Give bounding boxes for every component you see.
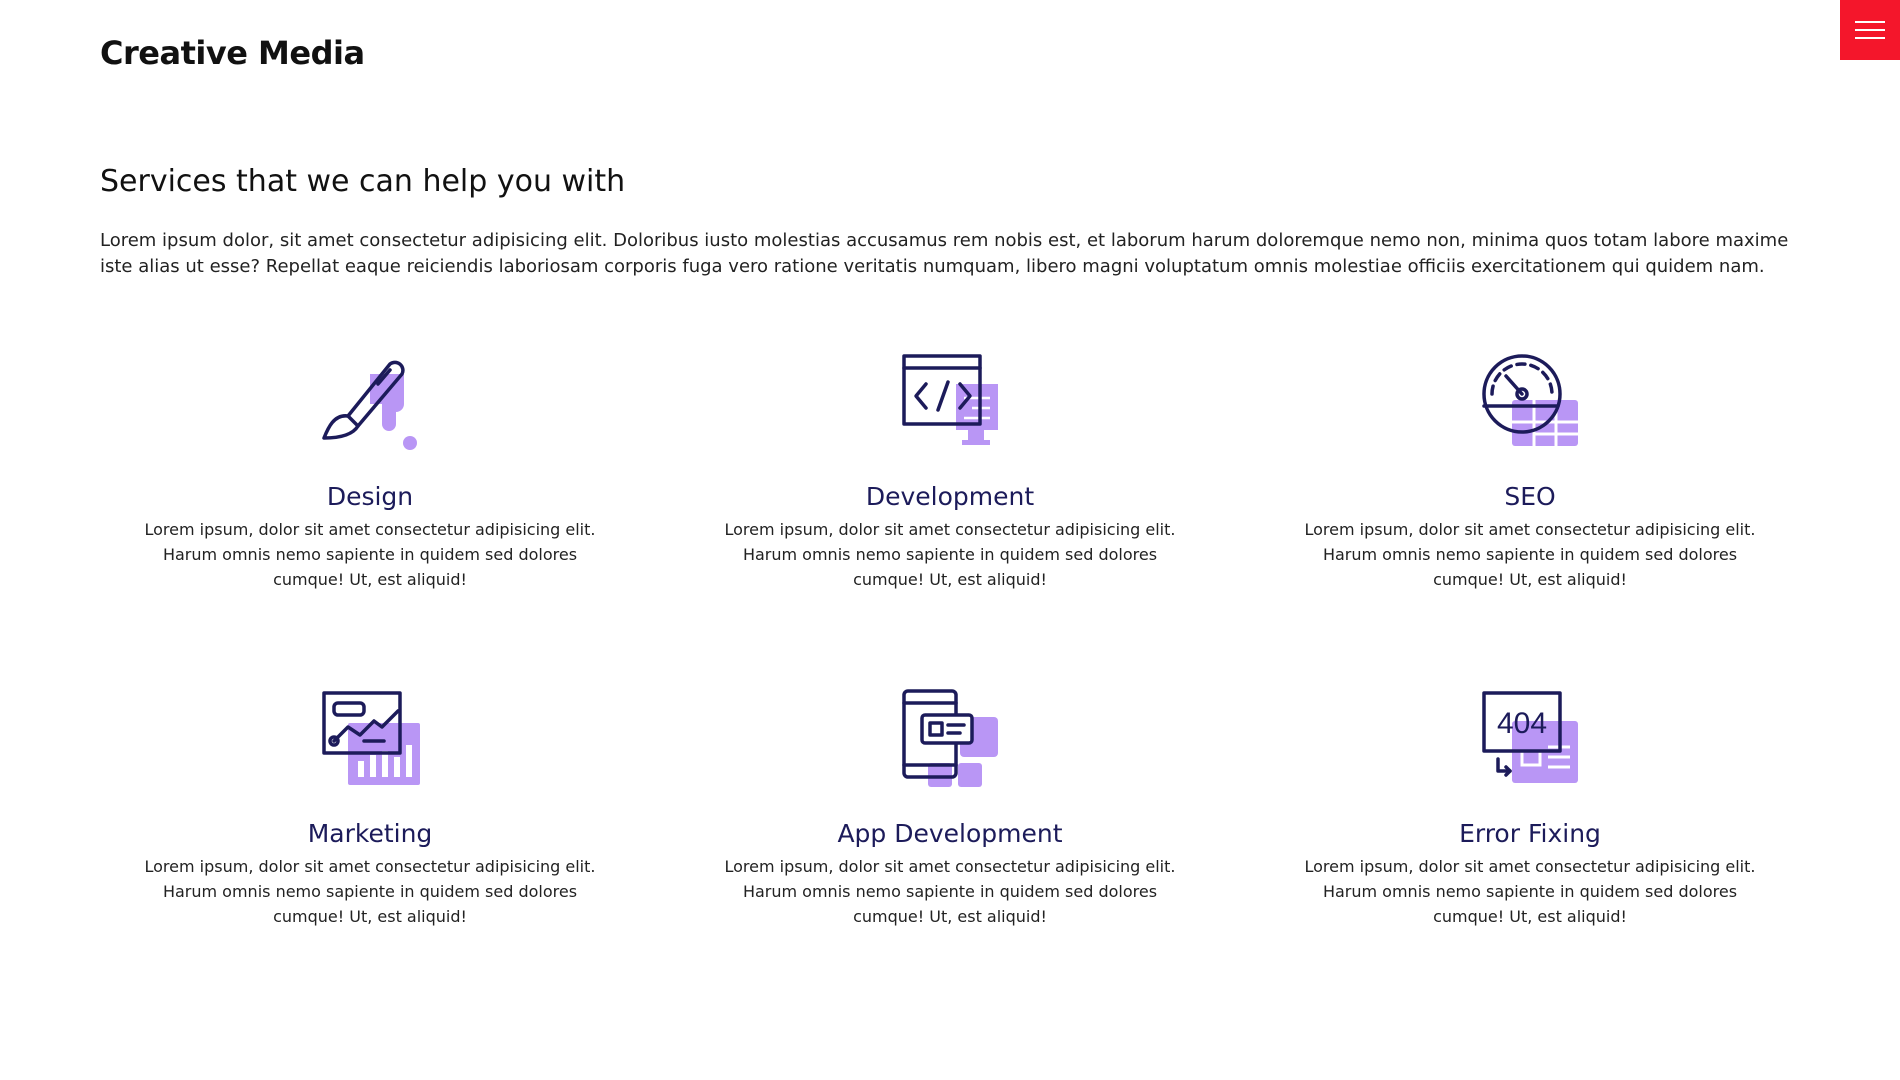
service-title: Marketing [307, 819, 433, 848]
brand-logo[interactable]: Creative Media [100, 34, 365, 72]
service-description: Lorem ipsum, dolor sit amet consectetur … [1304, 520, 1756, 589]
service-card-error-fixing: 404 Error Fixing Lorem ipsum, dolor sit … [1240, 687, 1820, 1024]
gauge-icon [1478, 350, 1582, 454]
service-card-design: Design Lorem ipsum, dolor sit amet conse… [80, 350, 660, 687]
service-title: App Development [837, 819, 1063, 848]
service-card-app-development: App Development Lorem ipsum, dolor sit a… [660, 687, 1240, 1024]
paintbrush-icon [318, 350, 422, 454]
services-grid: Design Lorem ipsum, dolor sit amet conse… [80, 350, 1820, 1024]
code-monitor-icon [898, 350, 1002, 454]
mobile-app-icon [898, 687, 1002, 791]
service-title: Design [326, 482, 414, 511]
service-description: Lorem ipsum, dolor sit amet consectetur … [144, 857, 596, 926]
menu-icon-bar [1855, 37, 1885, 39]
service-description: Lorem ipsum, dolor sit amet consectetur … [724, 857, 1176, 926]
service-description: Lorem ipsum, dolor sit amet consectetur … [1304, 857, 1756, 926]
service-card-development: Development Lorem ipsum, dolor sit amet … [660, 350, 1240, 687]
menu-icon-bar [1855, 29, 1885, 31]
section-description: Lorem ipsum dolor, sit amet consectetur … [100, 230, 1789, 277]
section-title: Services that we can help you with [100, 164, 626, 199]
error-404-icon: 404 [1478, 687, 1582, 791]
chart-icon [318, 687, 422, 791]
service-card-seo: SEO Lorem ipsum, dolor sit amet consecte… [1240, 350, 1820, 687]
service-description: Lorem ipsum, dolor sit amet consectetur … [144, 520, 596, 589]
hamburger-menu-button[interactable] [1840, 0, 1900, 60]
menu-icon-bar [1855, 21, 1885, 23]
service-title: Development [865, 482, 1035, 511]
service-card-marketing: Marketing Lorem ipsum, dolor sit amet co… [80, 687, 660, 1024]
service-description: Lorem ipsum, dolor sit amet consectetur … [724, 520, 1176, 589]
error-code-label: 404 [1497, 707, 1547, 740]
service-title: Error Fixing [1459, 819, 1601, 848]
service-title: SEO [1504, 482, 1556, 511]
